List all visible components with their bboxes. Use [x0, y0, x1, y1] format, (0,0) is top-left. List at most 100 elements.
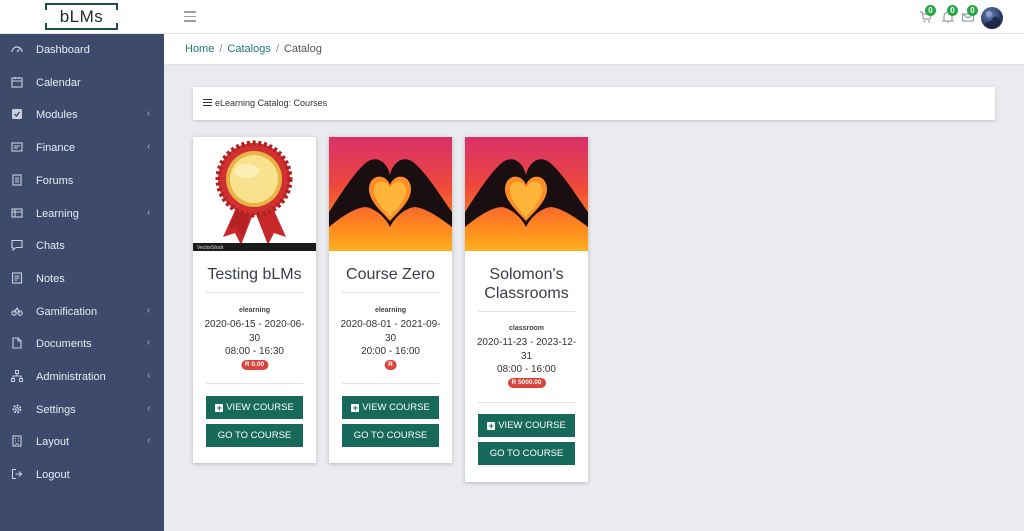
sidebar-item-gamification[interactable]: Gamification ‹	[0, 296, 164, 328]
app-logo-text: bLMs	[59, 7, 104, 26]
sidebar-item-label: Layout	[36, 436, 70, 448]
sidebar-item-settings[interactable]: Settings ‹	[0, 394, 164, 426]
message-badge: 0	[967, 5, 978, 16]
sidebar-item-label: Notes	[36, 273, 65, 285]
sidebar-item-modules[interactable]: Modules ‹	[0, 99, 164, 131]
course-card: Course Zero elearning 2020-08-01 - 2021-…	[329, 137, 452, 463]
divider	[342, 383, 439, 384]
breadcrumb-catalogs[interactable]: Catalogs	[227, 43, 270, 55]
chevron-left-icon: ‹	[147, 207, 151, 218]
sidebar-item-label: Documents	[36, 338, 92, 350]
document-icon	[12, 337, 22, 349]
chevron-left-icon: ‹	[147, 141, 151, 152]
breadcrumb-bar: Home / Catalogs / Catalog	[164, 34, 1024, 65]
sitemap-icon	[11, 370, 23, 382]
sidebar-item-finance[interactable]: Finance ‹	[0, 132, 164, 164]
price-badge: R 5000.00	[507, 378, 546, 388]
price-badge: R	[384, 360, 397, 370]
course-title: Course Zero	[346, 266, 435, 283]
sidebar-item-label: Gamification	[36, 306, 98, 318]
sidebar-item-label: Learning	[36, 208, 79, 220]
sidebar-item-label: Modules	[36, 109, 78, 121]
sidebar-item-documents[interactable]: Documents ‹	[0, 328, 164, 360]
course-title: Solomon's Classrooms	[484, 266, 569, 302]
course-card: VectorStock Testing bLMs elearning 2020-…	[193, 137, 316, 463]
sidebar-item-chats[interactable]: Chats	[0, 230, 164, 262]
layout-icon	[12, 435, 22, 447]
notification-badge: 0	[947, 5, 958, 16]
heart-hands-image	[465, 137, 588, 251]
sidebar-item-layout[interactable]: Layout ‹	[0, 426, 164, 458]
chevron-left-icon: ‹	[147, 337, 151, 348]
list-icon	[203, 99, 212, 107]
logout-icon	[11, 468, 23, 480]
plus-icon: +	[351, 403, 360, 413]
sidebar-item-administration[interactable]: Administration ‹	[0, 361, 164, 393]
plus-icon: +	[487, 421, 496, 431]
watermark-text: VectorStock	[197, 245, 224, 251]
sidebar-item-forums[interactable]: Forums	[0, 165, 164, 197]
sidebar-item-label: Chats	[36, 240, 65, 252]
sidebar-item-label: Logout	[36, 469, 70, 481]
divider	[206, 383, 303, 384]
dashboard-icon	[11, 46, 23, 53]
gamification-icon	[11, 306, 23, 316]
app-logo[interactable]: bLMs	[45, 3, 118, 30]
chat-icon	[11, 239, 23, 251]
course-dates: 2020-06-15 - 2020-06- 30 08:00 - 16:30	[204, 319, 305, 357]
sidebar-item-label: Settings	[36, 404, 76, 416]
course-title: Testing bLMs	[207, 266, 302, 283]
divider	[478, 311, 575, 312]
forums-icon	[12, 174, 22, 186]
cart-badge: 0	[925, 5, 936, 16]
divider	[342, 292, 439, 293]
chevron-left-icon: ‹	[147, 108, 151, 119]
sidebar-item-label: Administration	[36, 371, 106, 383]
calendar-icon	[11, 77, 23, 88]
sidebar: Dashboard Calendar Modules ‹ Finance ‹ F…	[0, 34, 164, 531]
top-bar: bLMs 0 0 0	[0, 0, 1024, 34]
course-dates: 2020-08-01 - 2021-09- 30 20:00 - 16:00	[340, 319, 441, 357]
course-type: elearning	[238, 307, 271, 314]
chevron-left-icon: ‹	[147, 435, 151, 446]
breadcrumb-current: Catalog	[283, 43, 322, 55]
course-type: classroom	[508, 325, 545, 332]
view-course-button[interactable]: + VIEW COURSE	[206, 396, 303, 419]
sidebar-item-dashboard[interactable]: Dashboard	[0, 34, 164, 66]
finance-icon	[11, 142, 23, 152]
chevron-left-icon: ‹	[147, 370, 151, 381]
breadcrumb-home[interactable]: Home	[185, 43, 214, 55]
sidebar-item-learning[interactable]: Learning ‹	[0, 198, 164, 230]
price-badge: R 0.00	[240, 360, 269, 370]
sidebar-item-label: Dashboard	[36, 44, 90, 56]
course-card: Solomon's Classrooms classroom 2020-11-2…	[465, 137, 588, 482]
breadcrumb: Home / Catalogs / Catalog	[185, 43, 322, 55]
view-course-button[interactable]: + VIEW COURSE	[478, 414, 575, 437]
award-ribbon-image: VectorStock	[193, 137, 316, 251]
sidebar-item-logout[interactable]: Logout	[0, 459, 164, 491]
sidebar-item-label: Finance	[36, 142, 76, 154]
bell-icon[interactable]: 0	[941, 5, 958, 24]
chevron-left-icon: ‹	[147, 305, 151, 316]
cart-icon[interactable]: 0	[919, 5, 936, 24]
course-type: elearning	[374, 307, 407, 314]
course-dates: 2020-11-23 - 2023-12- 31 08:00 - 16:00	[476, 337, 577, 375]
heart-hands-image	[329, 137, 452, 251]
go-to-course-button[interactable]: GO TO COURSE	[478, 442, 575, 465]
menu-toggle-icon[interactable]	[184, 11, 196, 22]
catalog-header-panel: eLearning Catalog: Courses	[193, 87, 995, 120]
sidebar-item-label: Forums	[36, 175, 74, 187]
chevron-left-icon: ‹	[147, 403, 151, 414]
go-to-course-button[interactable]: GO TO COURSE	[342, 424, 439, 447]
catalog-title: eLearning Catalog: Courses	[215, 98, 328, 108]
user-avatar[interactable]	[981, 7, 1003, 29]
envelope-icon[interactable]: 0	[961, 5, 978, 24]
gear-icon	[12, 404, 22, 414]
sidebar-item-calendar[interactable]: Calendar	[0, 67, 164, 99]
sidebar-item-label: Calendar	[36, 77, 81, 89]
go-to-course-button[interactable]: GO TO COURSE	[206, 424, 303, 447]
view-course-button[interactable]: + VIEW COURSE	[342, 396, 439, 419]
checkbox-icon	[12, 109, 22, 119]
sidebar-item-notes[interactable]: Notes	[0, 263, 164, 295]
plus-icon: +	[215, 403, 224, 413]
